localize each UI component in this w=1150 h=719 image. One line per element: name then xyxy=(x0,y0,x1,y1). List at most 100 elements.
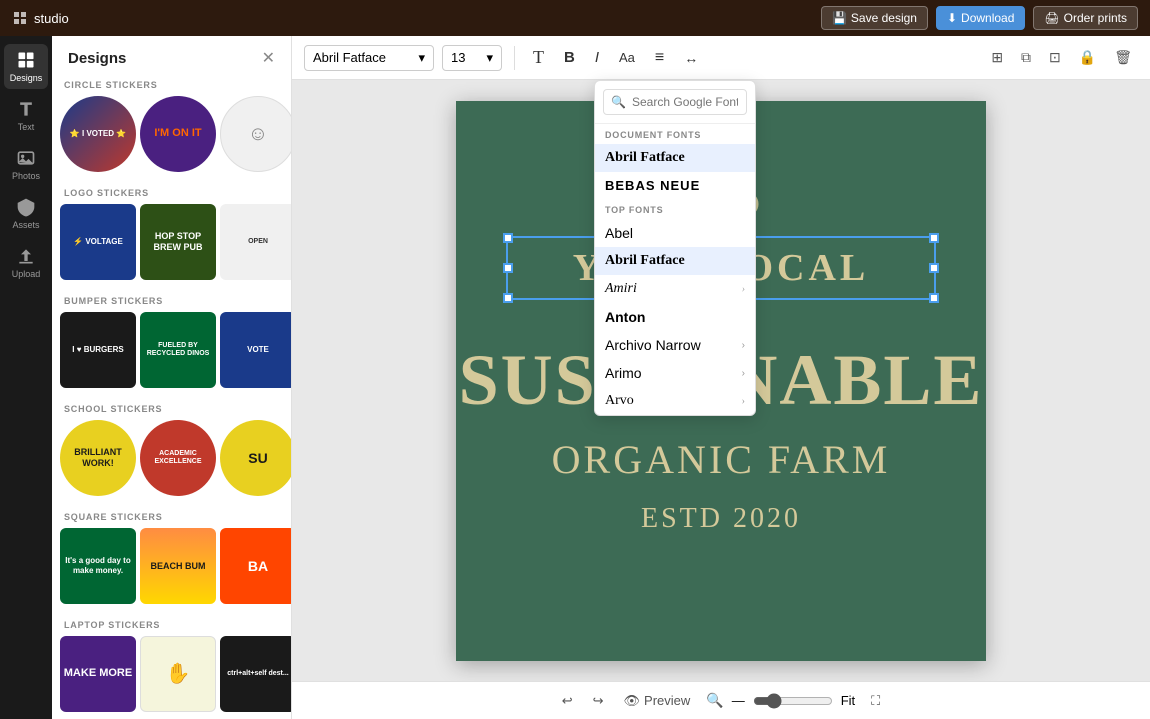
redo-button[interactable]: ↪ xyxy=(589,689,608,713)
font-item-abril-fatface[interactable]: Abril Fatface xyxy=(595,144,755,172)
font-item-label: Arimo xyxy=(605,365,642,381)
list-item[interactable]: FUELED BY RECYCLED DINOS xyxy=(140,312,216,388)
handle-br[interactable] xyxy=(929,293,939,303)
square-stickers-label: SQUARE STICKERS xyxy=(60,508,283,528)
print-icon: 🖨 xyxy=(1044,11,1059,25)
sticker-text: BA xyxy=(246,556,270,577)
list-item[interactable]: OPEN xyxy=(220,204,291,280)
handle-bl[interactable] xyxy=(503,293,513,303)
list-item[interactable]: ✋ xyxy=(140,636,216,712)
font-item-label: Anton xyxy=(605,309,645,325)
list-item[interactable]: It's a good day to make money. xyxy=(60,528,136,604)
sticker-text: SU xyxy=(246,448,269,469)
sticker-text: BEACH BUM xyxy=(149,559,208,574)
list-item[interactable]: I ♥ BURGERS xyxy=(60,312,136,388)
font-size-label: 13 xyxy=(451,50,465,65)
list-item[interactable]: ctrl+alt+self dest... xyxy=(220,636,291,712)
sticker-text: It's a good day to make money. xyxy=(60,554,136,579)
estd-text[interactable]: ESTD 2020 xyxy=(641,503,801,535)
zoom-slider[interactable] xyxy=(753,693,833,709)
font-item-abel[interactable]: Abel xyxy=(595,219,755,247)
sticker-text: BRILLIANT WORK! xyxy=(60,445,136,471)
search-icon: 🔍 xyxy=(611,95,626,109)
text-toolbar: Abril Fatface ▾ 13 ▾ T B I Aa ≡ ↔ ⊞ ⧉ ⊡ … xyxy=(292,36,1150,80)
sticker-text: VOTE xyxy=(245,343,271,357)
designs-panel-close[interactable]: ✕ xyxy=(262,48,275,68)
case-button[interactable]: Aa xyxy=(613,46,641,69)
list-item[interactable]: ⭐ I VOTED ⭐ xyxy=(60,96,136,172)
sticker-text: ⚡ VOLTAGE xyxy=(71,235,125,249)
text-icon-btn[interactable]: T xyxy=(527,43,550,72)
sidebar-item-upload[interactable]: Upload xyxy=(4,240,48,285)
list-item[interactable]: ⚡ VOLTAGE xyxy=(60,204,136,280)
list-item[interactable]: HOP STOP BREW PUB xyxy=(140,204,216,280)
spacing-button[interactable]: ↔ xyxy=(678,46,704,70)
list-item[interactable]: VOTE xyxy=(220,312,291,388)
font-item-arvo[interactable]: Arvo › xyxy=(595,387,755,415)
bold-button[interactable]: B xyxy=(558,45,581,70)
duplicate-button[interactable]: ⧉ xyxy=(1015,45,1037,70)
download-icon: ⬇ xyxy=(947,11,957,25)
list-item[interactable]: MAKE MORE xyxy=(60,636,136,712)
organic-farm-text[interactable]: ORGANIC FARM xyxy=(552,436,891,483)
undo-button[interactable]: ↩ xyxy=(558,689,577,713)
fullscreen-button[interactable]: ⛶ xyxy=(867,689,884,713)
italic-button[interactable]: I xyxy=(589,45,605,70)
order-prints-button[interactable]: 🖨 Order prints xyxy=(1033,6,1138,30)
list-item[interactable]: BEACH BUM xyxy=(140,528,216,604)
handle-ml[interactable] xyxy=(503,263,513,273)
lock-button[interactable]: 🔒 xyxy=(1073,45,1102,70)
list-item[interactable]: ACADEMIC EXCELLENCE xyxy=(140,420,216,496)
toolbar-right: ⊞ ⧉ ⊡ 🔒 🗑 xyxy=(985,45,1138,70)
font-item-arimo[interactable]: Arimo › xyxy=(595,359,755,387)
undo-icon: ↩ xyxy=(562,693,573,709)
sidebar-text-label: Text xyxy=(18,122,35,132)
sticker-text: ⭐ I VOTED ⭐ xyxy=(68,127,128,141)
circle-stickers-label: CIRCLE STICKERS xyxy=(60,76,283,96)
align-button[interactable]: ≡ xyxy=(649,45,670,71)
font-item-amiri[interactable]: Amiri › xyxy=(595,275,755,303)
designs-icon xyxy=(16,50,36,70)
font-item-abril-top[interactable]: Abril Fatface xyxy=(595,247,755,275)
font-item-bebas-neue[interactable]: BEBAS NEUE xyxy=(595,172,755,199)
font-item-label: Amiri xyxy=(605,281,637,297)
sticker-text: ✋ xyxy=(164,660,193,688)
handle-tr[interactable] xyxy=(929,233,939,243)
font-search-box: 🔍 xyxy=(595,81,755,124)
grid-toggle-button[interactable]: ⊞ xyxy=(985,45,1009,70)
font-item-archivo-narrow[interactable]: Archivo Narrow › xyxy=(595,331,755,359)
fullscreen-icon: ⛶ xyxy=(871,693,880,709)
header-right: 💾 Save design ⬇ Download 🖨 Order prints xyxy=(821,6,1138,30)
handle-mr[interactable] xyxy=(929,263,939,273)
font-name-label: Abril Fatface xyxy=(313,50,386,65)
sticker-text: OPEN xyxy=(246,236,270,248)
zoom-fit-label: Fit xyxy=(841,693,855,708)
sidebar-item-assets[interactable]: Assets xyxy=(4,191,48,236)
download-button[interactable]: ⬇ Download xyxy=(936,6,1025,30)
font-dropdown: 🔍 DOCUMENT FONTS Abril Fatface BEBAS NEU… xyxy=(594,80,756,416)
font-item-anton[interactable]: Anton xyxy=(595,303,755,331)
school-stickers-label: SCHOOL STICKERS xyxy=(60,400,283,420)
font-item-label: Arvo xyxy=(605,393,634,409)
font-size-selector[interactable]: 13 ▾ xyxy=(442,45,502,71)
font-selector[interactable]: Abril Fatface ▾ xyxy=(304,45,434,71)
handle-tl[interactable] xyxy=(503,233,513,243)
list-item[interactable]: BRILLIANT WORK! xyxy=(60,420,136,496)
circle-stickers-grid: ⭐ I VOTED ⭐ I'M ON IT ☺ › xyxy=(60,96,283,172)
list-item[interactable]: I'M ON IT xyxy=(140,96,216,172)
list-item[interactable]: ☺ xyxy=(220,96,291,172)
arrange-button[interactable]: ⊡ xyxy=(1043,45,1067,70)
archivo-chevron: › xyxy=(742,340,745,351)
sidebar-item-designs[interactable]: Designs xyxy=(4,44,48,89)
save-design-button[interactable]: 💾 Save design xyxy=(821,6,928,30)
delete-button[interactable]: 🗑 xyxy=(1108,45,1138,70)
zoom-control: 🔍 — Fit xyxy=(706,692,855,709)
list-item[interactable]: BA xyxy=(220,528,291,604)
preview-button[interactable]: 👁 Preview xyxy=(620,689,695,713)
school-stickers-grid: BRILLIANT WORK! ACADEMIC EXCELLENCE SU › xyxy=(60,420,283,496)
logo-stickers-label: LOGO STICKERS xyxy=(60,184,283,204)
font-item-label: Abril Fatface xyxy=(605,253,685,269)
list-item[interactable]: SU xyxy=(220,420,291,496)
sidebar-item-photos[interactable]: Photos xyxy=(4,142,48,187)
sidebar-item-text[interactable]: Text xyxy=(4,93,48,138)
